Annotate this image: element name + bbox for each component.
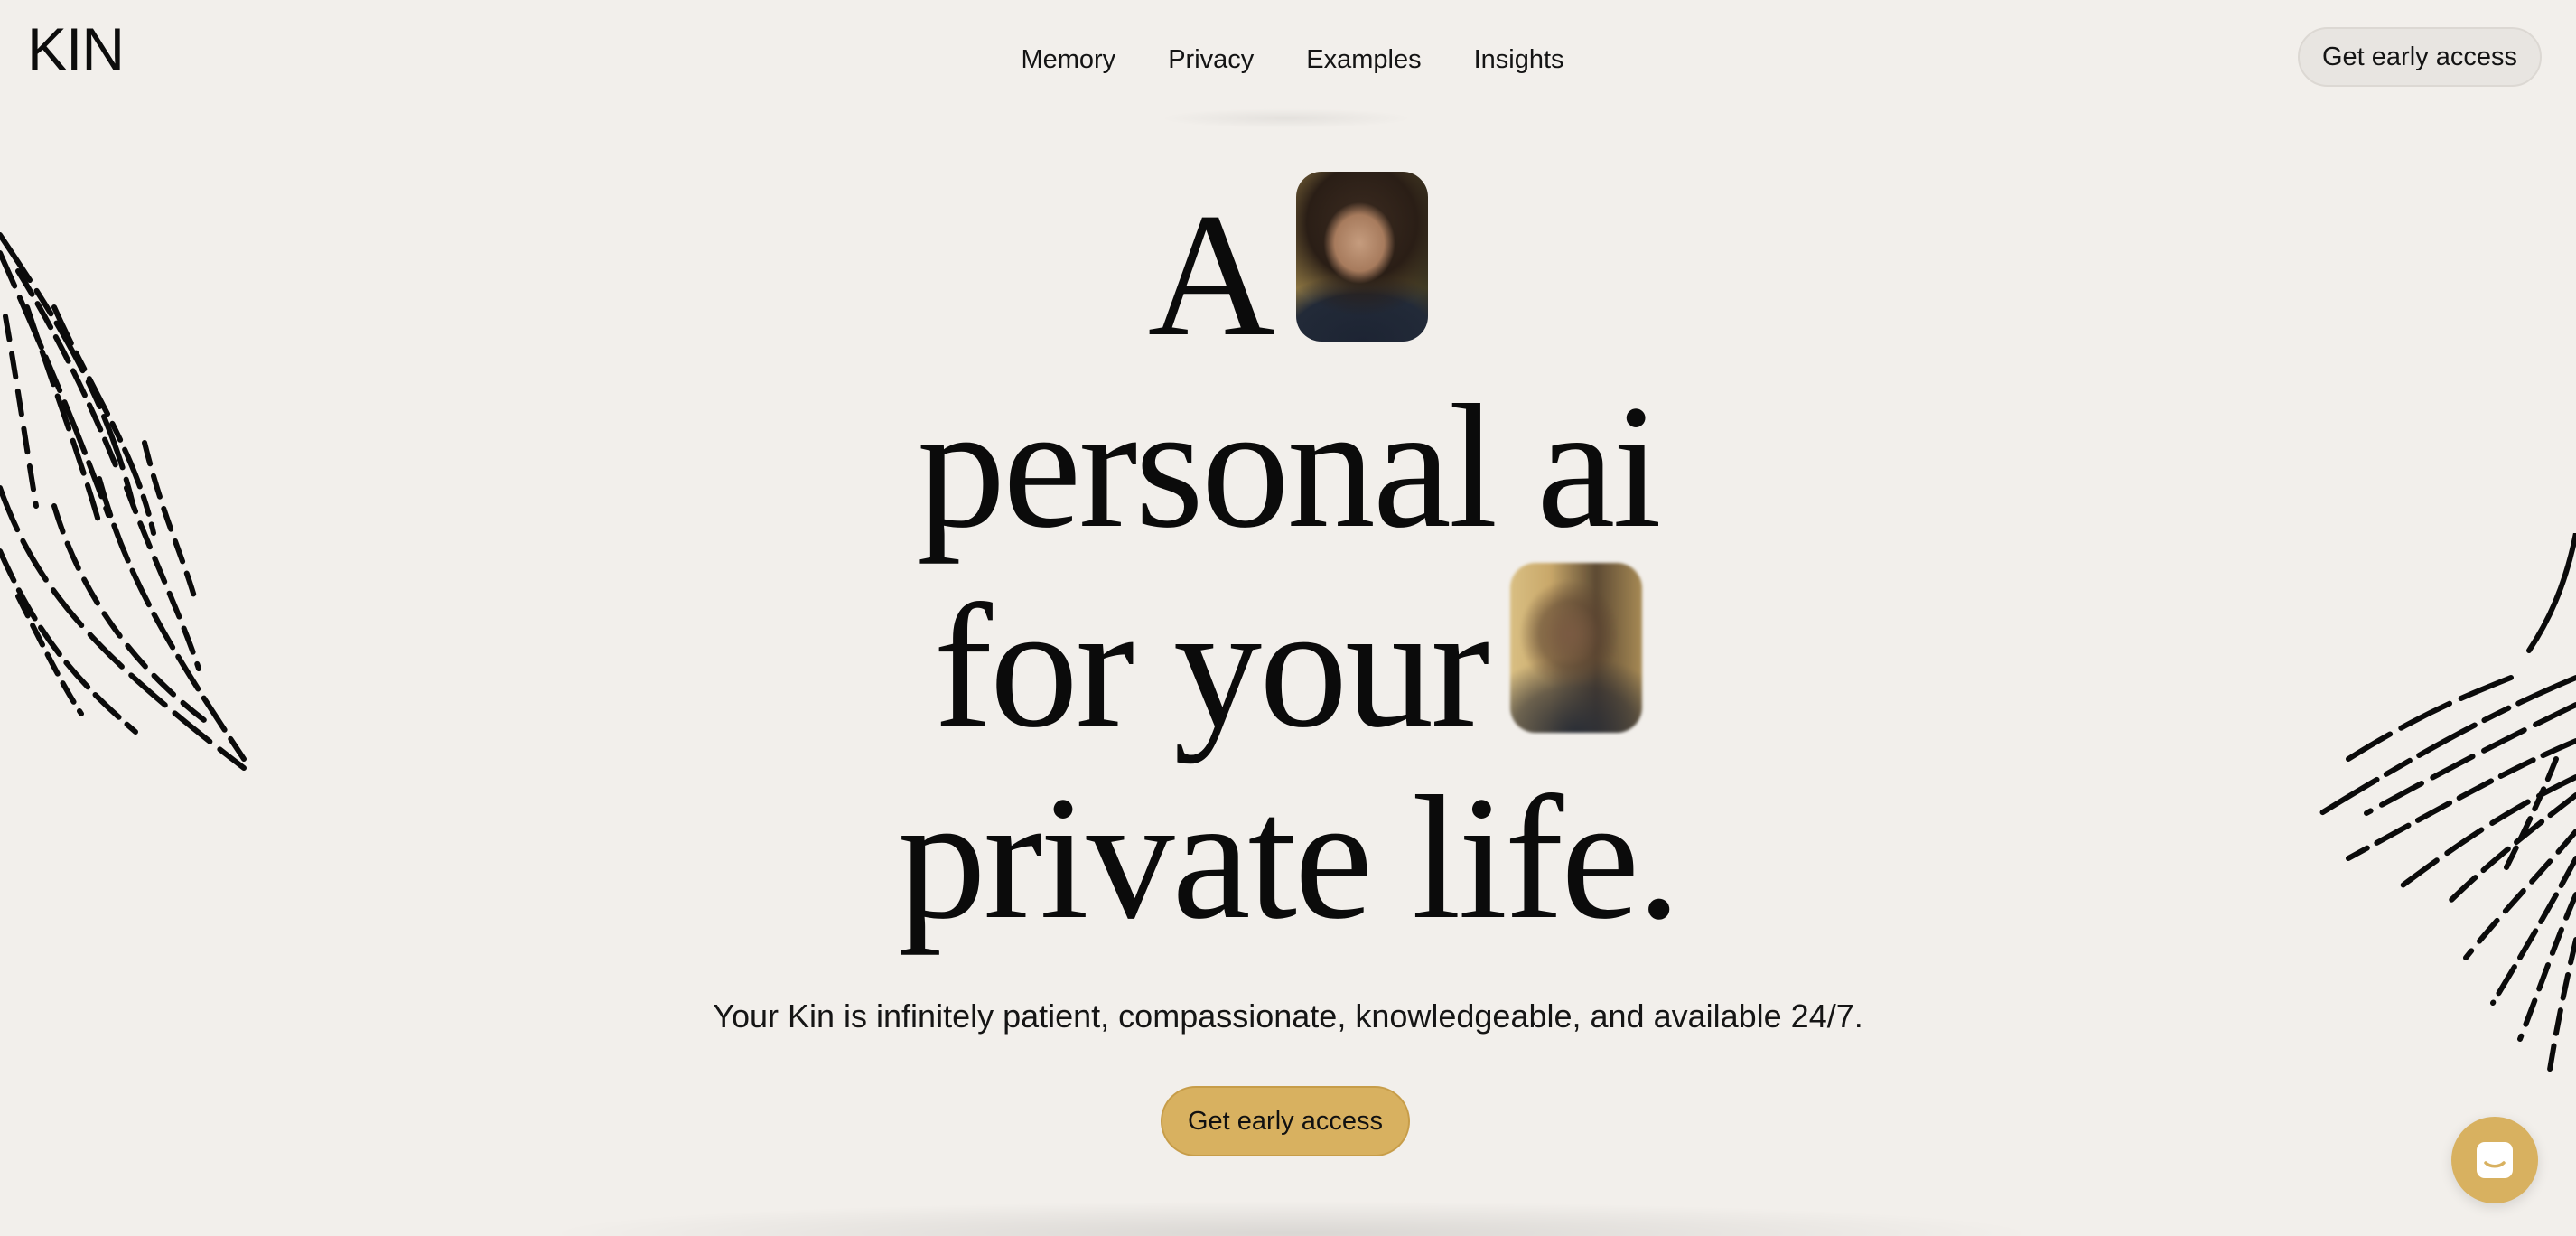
- nav-privacy[interactable]: Privacy: [1142, 33, 1280, 87]
- hero-headline: A personal ai for your private life.: [0, 172, 2576, 954]
- headline-line-3: for your: [0, 563, 2576, 763]
- chat-launcher-button[interactable]: [2451, 1117, 2538, 1203]
- headline-word-a: A: [1147, 177, 1276, 373]
- headline-line-2: personal ai: [917, 369, 1661, 565]
- nav-insights[interactable]: Insights: [1448, 33, 1591, 87]
- portrait-image-sharp: [1296, 172, 1429, 342]
- headline-line-4: private life.: [897, 760, 1681, 956]
- nav-shadow: [1159, 108, 1414, 128]
- headline-for-your: for your: [933, 568, 1490, 764]
- landing-page: KIN Memory Privacy Examples Insights Get…: [0, 0, 2576, 1236]
- portrait-image-blurred: [1510, 563, 1643, 733]
- header-get-early-access-button[interactable]: Get early access: [2298, 27, 2542, 87]
- preview-panel-shadow: [560, 1202, 2023, 1236]
- hero-get-early-access-button[interactable]: Get early access: [1161, 1086, 1410, 1156]
- headline-line-1: A: [0, 172, 2576, 371]
- nav-examples[interactable]: Examples: [1280, 33, 1447, 87]
- main-nav: Memory Privacy Examples Insights: [0, 33, 2576, 87]
- nav-memory[interactable]: Memory: [994, 33, 1142, 87]
- chat-bubble-icon: [2477, 1142, 2513, 1178]
- hero-subtitle: Your Kin is infinitely patient, compassi…: [713, 997, 1863, 1035]
